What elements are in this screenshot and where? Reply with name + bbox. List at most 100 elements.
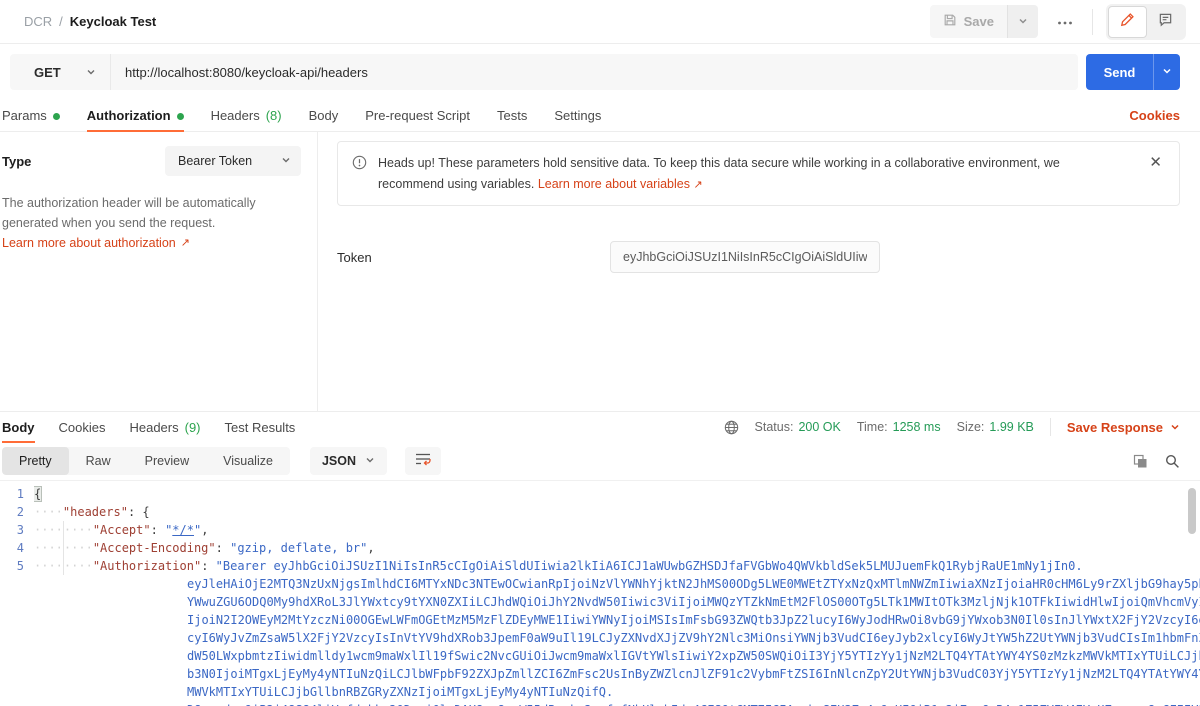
save-response-button[interactable]: Save Response — [1067, 420, 1180, 435]
tab-body[interactable]: Body — [309, 100, 339, 131]
save-button-label: Save — [963, 14, 994, 29]
code-line: b3N0IjoiMTgxLjEyMy4yNTIuNzQiLCJlbWFpbF92… — [0, 665, 1200, 683]
breadcrumb-collection[interactable]: DCR — [24, 14, 52, 29]
response-meta: Status: 200 OK Time: 1258 ms Size: 1.99 KB … — [724, 412, 1180, 442]
tab-settings-label: Settings — [554, 108, 602, 123]
code-line: 4 ········"Accept-Encoding": "gzip, defla… — [0, 539, 1200, 557]
top-bar-actions: Save — [929, 3, 1186, 40]
time-value: 1258 ms — [892, 420, 941, 434]
line-number: 2 — [16, 505, 24, 519]
response-tab-headers[interactable]: Headers (9) — [129, 412, 200, 442]
wrap-lines-button[interactable] — [405, 447, 441, 475]
time-label: Time: — [856, 420, 888, 434]
response-body-viewer[interactable]: 1{2 ····"headers": {3 ········"Accept": "*… — [0, 481, 1200, 706]
response-tab-body-label: Body — [2, 419, 35, 435]
pencil-icon — [1120, 12, 1135, 32]
breadcrumb-request-name[interactable]: Keycloak Test — [70, 14, 156, 29]
token-label: Token — [337, 249, 372, 265]
code-line: cyI6WyJvZmZsaW5lX2FjY2VzcyIsInVtYV9hdXRo… — [0, 629, 1200, 647]
line-number — [0, 665, 34, 683]
tab-params[interactable]: Params — [2, 100, 60, 131]
divider — [1049, 418, 1051, 436]
search-icon[interactable] — [1165, 454, 1180, 469]
request-tabs: Params Authorization Headers (8) Body Pr… — [0, 100, 1200, 132]
view-mode-pretty[interactable]: Pretty — [2, 447, 69, 475]
authorization-status-dot — [176, 112, 184, 120]
code-line: eyJleHAiOjE2MTQ3NzUxNjgsImlhdCI6MTYxNDc3… — [0, 575, 1200, 593]
top-bar: DCR / Keycloak Test Save — [0, 0, 1200, 44]
code-line: YWwuZGU6ODQ0My9hdXRoL3JlYWxtcy9tYXN0ZXIi… — [0, 593, 1200, 611]
chevron-down-icon — [1018, 14, 1028, 29]
tab-tests[interactable]: Tests — [497, 100, 527, 131]
info-icon — [352, 155, 367, 175]
line-number — [0, 593, 34, 611]
response-tab-cookies[interactable]: Cookies — [59, 412, 106, 442]
code-lines: 1{2 ····"headers": {3 ········"Accept": "*… — [0, 485, 1200, 706]
line-number: 4 — [16, 541, 24, 555]
wrap-lines-icon — [415, 452, 431, 471]
authorization-detail-column: Heads up! These parameters hold sensitiv… — [318, 132, 1200, 411]
code-line: 3 ········"Accept": "*/*", — [0, 521, 1200, 539]
view-mode-visualize[interactable]: Visualize — [206, 447, 290, 475]
response-viewer-toolbar: Pretty Raw Preview Visualize JSON — [0, 442, 1200, 481]
code-line: 5 ········"Authorization": "Bearer eyJhbG… — [0, 557, 1200, 575]
comments-button[interactable] — [1147, 6, 1184, 38]
ellipsis-icon — [1057, 13, 1073, 31]
tab-settings[interactable]: Settings — [554, 100, 601, 131]
auth-type-label: Type — [2, 153, 32, 169]
more-options-button[interactable] — [1051, 9, 1079, 35]
external-link-icon: ↗ — [180, 237, 190, 249]
line-number — [0, 629, 34, 647]
edit-button[interactable] — [1108, 5, 1147, 38]
method-value: GET — [34, 64, 61, 80]
size-value: 1.99 KB — [989, 420, 1034, 434]
save-options-button[interactable] — [1007, 5, 1038, 38]
close-icon[interactable]: ✕ — [1146, 153, 1165, 172]
method-select[interactable]: GET — [10, 54, 110, 90]
authorization-type-column: Type Bearer Token The authorization head… — [0, 132, 318, 411]
view-mode-preview[interactable]: Preview — [128, 447, 206, 475]
view-mode-raw[interactable]: Raw — [69, 447, 128, 475]
send-button[interactable]: Send — [1086, 54, 1180, 90]
tab-authorization[interactable]: Authorization — [86, 100, 184, 132]
tab-pre-request-script[interactable]: Pre-request Script — [365, 100, 470, 131]
globe-icon[interactable] — [724, 420, 739, 435]
auth-type-select[interactable]: Bearer Token — [165, 146, 301, 176]
viewer-actions — [1133, 454, 1180, 469]
url-input[interactable] — [110, 54, 1078, 90]
tab-headers[interactable]: Headers (8) — [211, 100, 282, 131]
response-tab-test-results-label: Test Results — [224, 419, 296, 435]
format-select[interactable]: JSON — [309, 447, 387, 475]
send-options-button[interactable] — [1153, 54, 1180, 90]
response-tab-body[interactable]: Body — [2, 412, 35, 443]
send-button-label: Send — [1103, 64, 1136, 80]
line-number: 1 — [16, 487, 24, 501]
save-button[interactable]: Save — [929, 5, 1038, 38]
panel-toggle-group — [1106, 3, 1186, 40]
code-line: D8opmdqp9iP2i48S84liVrfdrkka20Duyi0lcDAX… — [0, 701, 1200, 706]
auth-description: The authorization header will be automat… — [2, 196, 256, 230]
cookies-link[interactable]: Cookies — [1129, 108, 1180, 123]
line-number — [0, 683, 34, 701]
tab-authorization-label: Authorization — [86, 108, 171, 123]
learn-more-variables-label: Learn more about variables — [537, 176, 690, 191]
response-tab-headers-label: Headers — [129, 419, 179, 435]
chevron-down-icon — [281, 154, 291, 168]
tab-body-label: Body — [308, 108, 339, 123]
params-status-dot — [52, 112, 60, 120]
line-number — [0, 575, 34, 593]
line-number: 3 — [16, 523, 24, 537]
vertical-scrollbar[interactable] — [1188, 488, 1196, 534]
status-value: 200 OK — [798, 420, 841, 434]
response-tab-test-results[interactable]: Test Results — [225, 412, 296, 442]
status-label: Status: — [754, 420, 794, 434]
authorization-panel: Type Bearer Token The authorization head… — [0, 132, 1200, 411]
code-line: 2 ····"headers": { — [0, 503, 1200, 521]
token-input[interactable] — [610, 241, 880, 274]
learn-more-variables-link[interactable]: Learn more about variables ↗ — [538, 177, 703, 191]
copy-icon[interactable] — [1133, 454, 1148, 469]
learn-more-authorization-label: Learn more about authorization — [2, 236, 176, 250]
request-input-group: GET — [10, 54, 1078, 90]
learn-more-authorization-link[interactable]: Learn more about authorization ↗ — [2, 236, 190, 250]
response-headers-count-badge: (9) — [184, 419, 201, 435]
